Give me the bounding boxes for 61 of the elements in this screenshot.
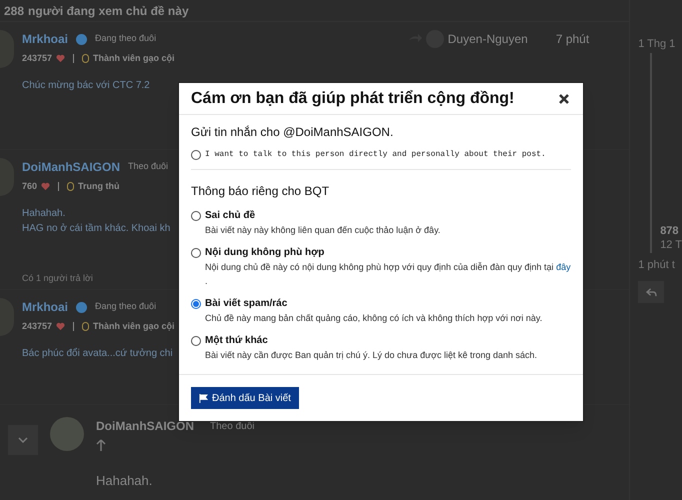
radio-button[interactable]: [191, 150, 201, 160]
post-text: Bác phúc đổi avata...cứ tưởng chi: [22, 346, 173, 360]
follow-status[interactable]: Đang theo đuôi: [95, 32, 156, 46]
option-description: Nội dung chủ đề này có nội dung không phù hợp với quy định của diễn đàn quy định tại đây .: [205, 262, 571, 286]
badge-icon: [82, 54, 90, 64]
rules-link[interactable]: đây: [556, 262, 571, 272]
up-arrow-icon: [96, 439, 106, 451]
follow-status[interactable]: Theo đuôi: [128, 160, 168, 174]
timeline-start: 1 Thg 1: [638, 37, 676, 52]
like-count: 243757: [22, 320, 52, 333]
close-icon: [558, 92, 570, 104]
like-count: 243757: [22, 52, 52, 65]
section-heading: Gửi tin nhắn cho @DoiManhSAIGON.: [191, 124, 394, 141]
option-label[interactable]: Bài viết spam/rác: [205, 296, 288, 311]
post-text: Chúc mừng bác với CTC 7.2: [22, 78, 150, 92]
username[interactable]: DoiManhSAIGON: [96, 417, 194, 435]
viewers-text: người đang xem chủ đề này: [28, 2, 189, 20]
username[interactable]: Mrkhoai: [22, 298, 68, 316]
option-description: Bài viết này cần được Ban quản trị chú ý. Lý do chưa được liệt kê trong danh sách.: [205, 350, 538, 360]
user-rank: Thành viên gạo cội: [93, 52, 175, 65]
post-text: Hahahah.: [96, 472, 152, 490]
badge-icon: [67, 182, 74, 192]
badge-icon: [82, 322, 90, 332]
option-description: Chủ đề này mang bản chất quảng cáo, không có ích và không thích hợp với nơi này.: [205, 313, 542, 323]
viewer-count: 288: [4, 2, 24, 20]
username[interactable]: Mrkhoai: [22, 30, 68, 48]
username[interactable]: DoiManhSAIGON: [22, 158, 120, 176]
option-description: Bài viết này này không liên quan đến cuộc thảo luận ở đây.: [205, 225, 440, 235]
radio-button[interactable]: [191, 336, 201, 346]
flag-post-button[interactable]: Đánh dấu Bài viết: [191, 387, 299, 409]
timeline-end: 1 phút t: [638, 258, 675, 272]
avatar: [50, 417, 84, 451]
follow-status[interactable]: Theo đuôi: [210, 418, 254, 434]
replies-link[interactable]: Có 1 người trả lời: [22, 272, 93, 285]
flag-icon: [199, 394, 208, 402]
heart-icon: [56, 54, 66, 64]
timeline-post-number: 878: [660, 225, 680, 239]
reply-button[interactable]: [638, 281, 664, 303]
post-text: HAG no ở cái tầm khác. Khoai kh: [22, 222, 170, 236]
reply-icon: [646, 288, 657, 296]
heart-icon: [41, 182, 50, 192]
option-label[interactable]: I want to talk to this person directly and personally about their post.: [205, 149, 546, 161]
option-label[interactable]: Một thứ khác: [205, 333, 268, 348]
radio-button[interactable]: [191, 248, 201, 258]
option-label[interactable]: Sai chủ đề: [205, 208, 256, 223]
user-rank: Trung thủ: [78, 180, 120, 193]
radio-button[interactable]: [191, 298, 201, 308]
like-count: 760: [22, 180, 38, 193]
dialog-title: Cám ơn bạn đã giúp phát triển cộng đồng!: [191, 88, 514, 108]
option-label[interactable]: Nội dung không phù hợp: [205, 245, 324, 260]
post-text: Hahahah.: [22, 206, 66, 220]
post-time: 7 phút: [556, 31, 590, 48]
heart-icon: [56, 322, 66, 332]
timeline-date: 12 T: [660, 238, 682, 252]
radio-button[interactable]: [191, 210, 201, 220]
reply-to-user[interactable]: Duyen-Nguyen: [448, 30, 528, 48]
chevron-down-icon: [18, 437, 28, 443]
close-button[interactable]: [557, 92, 571, 106]
section-heading: Thông báo riêng cho BQT: [191, 183, 330, 200]
follow-status[interactable]: Đang theo đuôi: [95, 300, 156, 314]
user-rank: Thành viên gạo cội: [93, 320, 175, 333]
